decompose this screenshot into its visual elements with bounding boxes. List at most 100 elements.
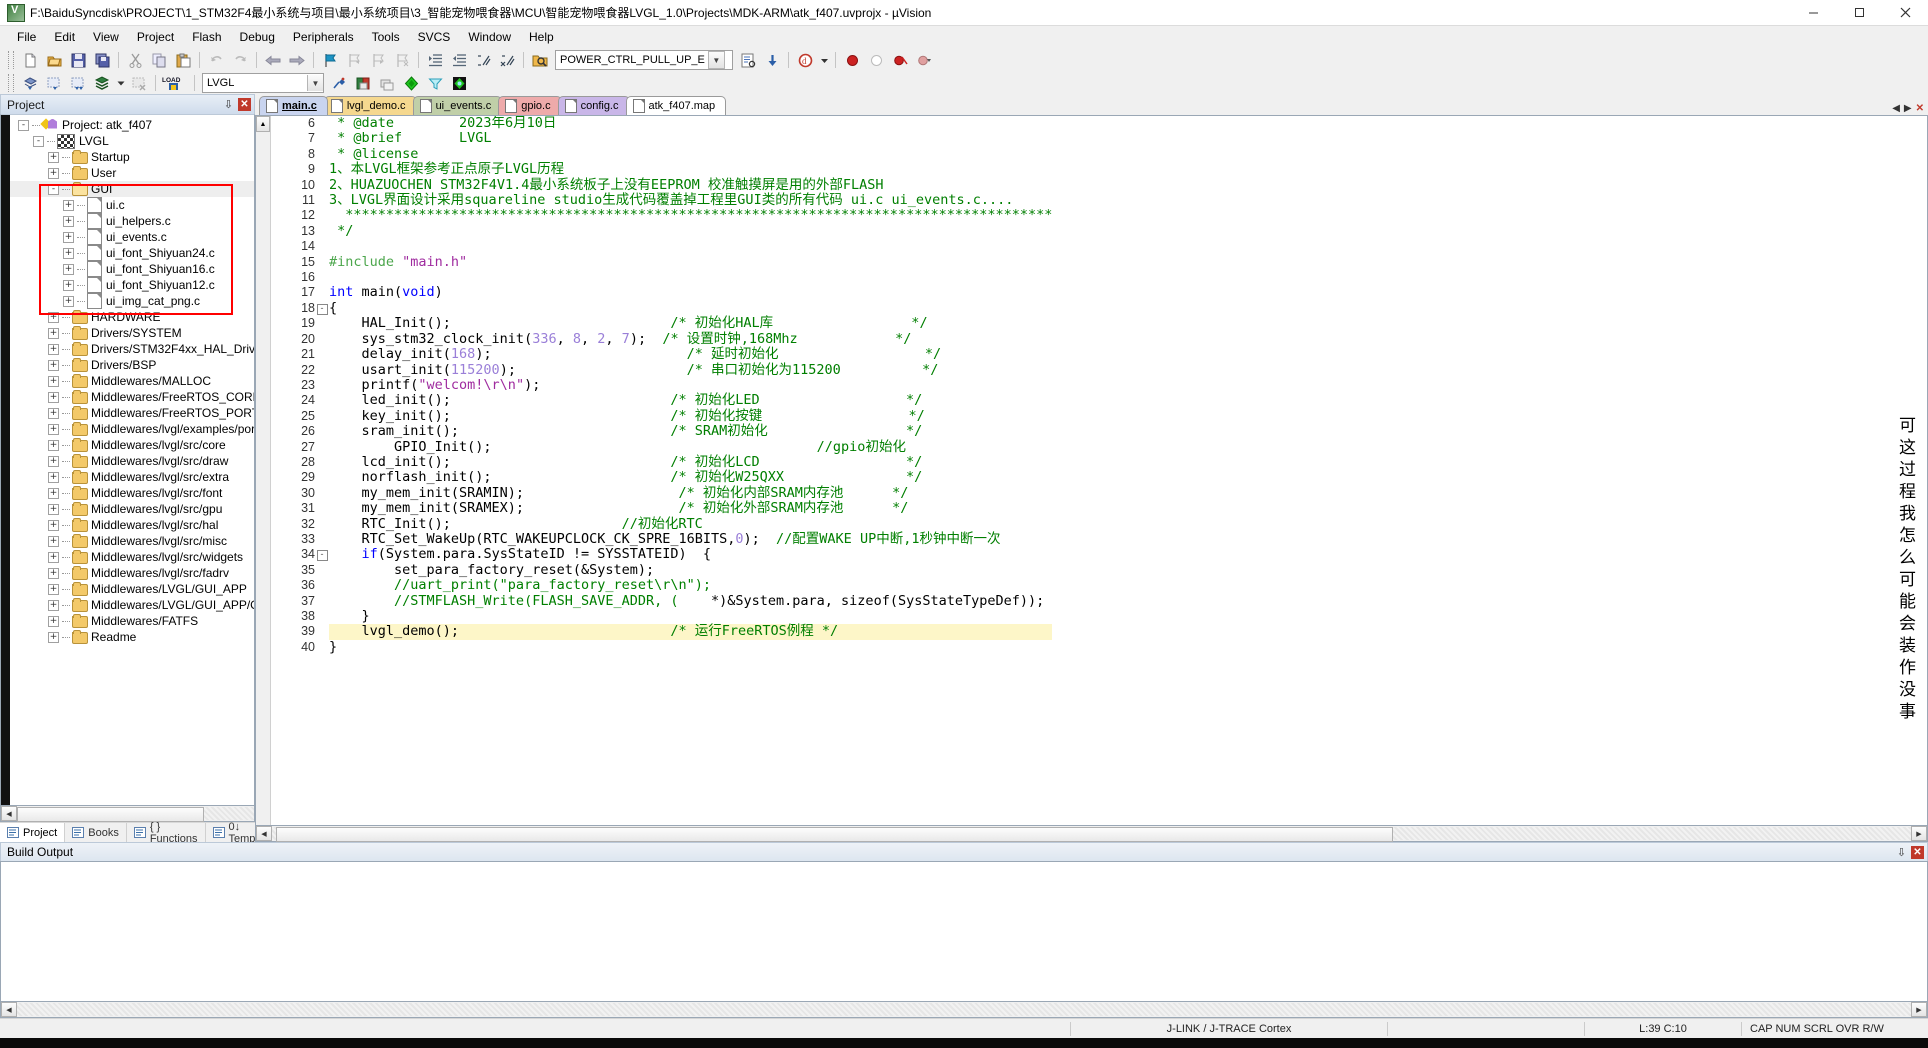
collapse-icon[interactable]: - <box>33 135 44 147</box>
find-in-files-icon[interactable] <box>528 48 552 72</box>
scroll-left-arrow[interactable]: ◀ <box>256 826 272 841</box>
pin-icon[interactable]: ⇩ <box>1894 845 1909 860</box>
code-text[interactable]: 1、本LVGL框架参考正点原子LVGL历程 <box>329 162 1052 177</box>
code-text[interactable]: #include "main.h" <box>329 254 1052 270</box>
menu-flash[interactable]: Flash <box>183 27 230 47</box>
pane-tab-functions[interactable]: { } Functions <box>127 821 206 845</box>
expand-icon[interactable]: + <box>48 327 59 339</box>
code-scroll-viewport[interactable]: 6 * @date 2023年6月10日 7 * @brief LVGL 8 * @… <box>271 116 1927 825</box>
tree-item[interactable]: + ui_events.c <box>10 229 254 245</box>
code-text[interactable]: RTC_Set_WakeUp(RTC_WAKEUPCLOCK_CK_SPRE_1… <box>329 531 1052 547</box>
undo-icon[interactable] <box>204 48 228 72</box>
expand-icon[interactable]: + <box>48 615 59 627</box>
configuration-wizard-icon[interactable] <box>351 71 375 95</box>
code-editor[interactable]: ▲ 6 * @date 2023年6月10日 7 * @brief LVGL 8 *… <box>255 115 1928 826</box>
build-target-icon[interactable] <box>42 71 66 95</box>
chevron-down-icon[interactable]: ▼ <box>307 75 323 91</box>
menu-help[interactable]: Help <box>520 27 563 47</box>
scroll-right-arrow[interactable]: ▶ <box>1911 1002 1927 1017</box>
find-combo[interactable]: POWER_CTRL_PULL_UP_E ▼ <box>555 50 733 70</box>
tree-item[interactable]: + ui_font_Shiyuan16.c <box>10 261 254 277</box>
scroll-thumb[interactable] <box>17 807 204 822</box>
tree-item[interactable]: + Middlewares/lvgl/src/draw <box>10 453 254 469</box>
tree-item[interactable]: + Middlewares/lvgl/src/misc <box>10 533 254 549</box>
code-text[interactable]: //STMFLASH_Write(FLASH_SAVE_ADDR, ( *)&S… <box>329 593 1052 609</box>
save-all-icon[interactable] <box>90 48 114 72</box>
close-icon[interactable]: ✕ <box>1911 845 1924 859</box>
code-text[interactable]: * @license <box>329 146 1052 162</box>
menu-debug[interactable]: Debug <box>231 27 284 47</box>
collapse-icon[interactable]: - <box>18 119 29 131</box>
expand-icon[interactable]: + <box>48 439 59 451</box>
outdent-icon[interactable] <box>447 48 471 72</box>
editor-tab-main-c[interactable]: main.c <box>259 96 328 115</box>
fold-toggle-icon[interactable]: - <box>315 547 329 562</box>
tab-close-icon[interactable]: ✕ <box>1916 103 1924 114</box>
navigate-back-icon[interactable] <box>261 48 285 72</box>
menu-svcs[interactable]: SVCS <box>409 27 460 47</box>
code-text[interactable]: norflash_init(); /* 初始化W25QXX */ <box>329 470 1052 485</box>
expand-icon[interactable]: + <box>48 407 59 419</box>
tree-item[interactable]: + Middlewares/lvgl/src/fadrv <box>10 565 254 581</box>
tree-item[interactable]: + ui_font_Shiyuan24.c <box>10 245 254 261</box>
menu-view[interactable]: View <box>84 27 128 47</box>
pin-icon[interactable]: ⇩ <box>221 97 236 112</box>
stop-build-icon[interactable] <box>127 71 151 95</box>
scroll-left-arrow[interactable]: ◀ <box>1 806 17 821</box>
tree-item[interactable]: + Middlewares/MALLOC <box>10 373 254 389</box>
tree-item[interactable]: - Project: atk_f407 <box>10 117 254 133</box>
code-text[interactable]: //uart_print("para_factory_reset\r\n"); <box>329 577 1052 593</box>
close-button[interactable] <box>1882 0 1928 25</box>
tab-scroll-left-icon[interactable]: ◀ <box>1892 103 1900 114</box>
breakpoint-menu-icon[interactable] <box>912 48 936 72</box>
expand-icon[interactable]: + <box>48 455 59 467</box>
redo-icon[interactable] <box>228 48 252 72</box>
expand-icon[interactable]: + <box>48 375 59 387</box>
code-text[interactable]: 2、HUAZUOCHEN STM32F4V1.4最小系统板子上没有EEPROM … <box>329 177 1052 193</box>
tree-item[interactable]: + Middlewares/lvgl/src/hal <box>10 517 254 533</box>
disable-breakpoint-icon[interactable] <box>864 48 888 72</box>
code-text[interactable]: if(System.para.SysStateID != SYSSTATEID)… <box>329 547 1052 562</box>
expand-icon[interactable]: + <box>63 231 74 243</box>
tree-item[interactable]: + Middlewares/lvgl/examples/porting <box>10 421 254 437</box>
tree-item[interactable]: - LVGL <box>10 133 254 149</box>
code-text[interactable]: * @brief LVGL <box>329 131 1052 146</box>
editor-left-scroll[interactable]: ▲ <box>256 116 271 825</box>
tree-item[interactable]: + Middlewares/LVGL/GUI_APP/GUI_FON <box>10 597 254 613</box>
new-file-icon[interactable] <box>18 48 42 72</box>
tree-item[interactable]: + Middlewares/lvgl/src/extra <box>10 469 254 485</box>
tree-item[interactable]: + Readme <box>10 629 254 645</box>
scroll-track[interactable] <box>17 1003 1911 1016</box>
tree-item[interactable]: + Drivers/SYSTEM <box>10 325 254 341</box>
tree-item[interactable]: + Middlewares/lvgl/src/gpu <box>10 501 254 517</box>
close-icon[interactable]: ✕ <box>238 98 251 111</box>
expand-icon[interactable]: + <box>48 583 59 595</box>
expand-icon[interactable]: + <box>63 199 74 211</box>
editor-tab-lvgl-demo-c[interactable]: lvgl_demo.c <box>323 96 417 115</box>
code-text[interactable]: lvgl_demo(); /* 运行FreeRTOS例程 */ <box>329 624 1053 640</box>
tree-item[interactable]: + Startup <box>10 149 254 165</box>
editor-tab-config-c[interactable]: config.c <box>557 96 630 115</box>
code-text[interactable]: * @date 2023年6月10日 <box>329 116 1052 131</box>
expand-icon[interactable]: + <box>63 279 74 291</box>
build-horizontal-scrollbar[interactable]: ◀ ▶ <box>0 1002 1928 1018</box>
code-text[interactable]: sram_init(); /* SRAM初始化 */ <box>329 423 1052 439</box>
tree-item[interactable]: + ui.c <box>10 197 254 213</box>
editor-tab-ui-events-c[interactable]: ui_events.c <box>412 96 503 115</box>
code-text[interactable] <box>329 239 1052 254</box>
pane-tab-project[interactable]: Project <box>0 823 66 842</box>
tree-item[interactable]: + ui_img_cat_png.c <box>10 293 254 309</box>
breakpoint-icon[interactable] <box>840 48 864 72</box>
pack-installer-icon[interactable] <box>399 71 423 95</box>
expand-icon[interactable]: + <box>48 343 59 355</box>
menu-file[interactable]: File <box>8 27 45 47</box>
code-text[interactable] <box>329 270 1052 285</box>
goto-definition-icon[interactable] <box>760 48 784 72</box>
expand-icon[interactable]: + <box>48 567 59 579</box>
toolbar-grip[interactable] <box>8 51 14 69</box>
scroll-thumb[interactable] <box>276 827 1393 842</box>
code-text[interactable]: delay_init(168); /* 延时初始化 */ <box>329 346 1052 362</box>
code-text[interactable]: 3、LVGL界面设计采用squareline studio生成代码覆盖掉工程里G… <box>329 192 1052 208</box>
code-text[interactable]: my_mem_init(SRAMIN); /* 初始化内部SRAM内存池 */ <box>329 485 1052 501</box>
maximize-button[interactable] <box>1836 0 1882 25</box>
